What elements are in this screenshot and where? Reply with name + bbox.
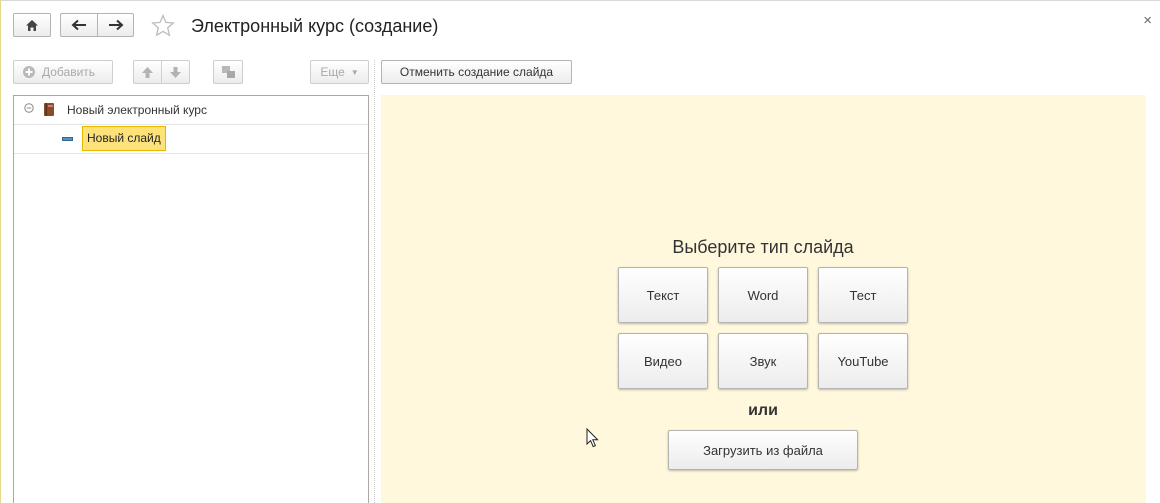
copy-button[interactable] [213, 60, 243, 84]
move-down-button[interactable] [161, 60, 190, 84]
slide-type-sound-button[interactable]: Звук [718, 333, 808, 389]
tree-row-root[interactable]: Новый электронный курс [14, 96, 368, 125]
copy-icon [221, 66, 235, 78]
close-icon[interactable]: × [1143, 12, 1152, 29]
arrow-right-icon [108, 19, 123, 31]
cancel-slide-creation-button[interactable]: Отменить создание слайда [381, 60, 572, 84]
window-left-border [0, 0, 1, 503]
add-circle-icon [23, 66, 35, 78]
slide-type-workspace: Выберите тип слайда Текст Word Тест Виде… [381, 95, 1146, 503]
mouse-cursor-icon [586, 428, 599, 448]
window-top-border [0, 0, 1160, 1]
add-button-label: Добавить [42, 65, 96, 79]
dropdown-caret-icon: ▼ [350, 67, 359, 77]
tree-row-slide[interactable]: Новый слайд [14, 125, 368, 154]
tree-slide-label[interactable]: Новый слайд [82, 126, 166, 151]
slide-type-text-button[interactable]: Текст [618, 267, 708, 323]
arrow-down-icon [170, 66, 181, 78]
upload-from-file-button[interactable]: Загрузить из файла [668, 430, 858, 470]
arrow-left-icon [71, 19, 86, 31]
more-menu-label: Еще [320, 65, 345, 79]
book-icon [43, 102, 55, 117]
collapse-toggle-icon[interactable] [24, 103, 34, 113]
move-up-button[interactable] [133, 60, 162, 84]
arrow-up-icon [142, 66, 153, 78]
home-icon [26, 19, 38, 31]
slide-type-youtube-button[interactable]: YouTube [818, 333, 908, 389]
home-button[interactable] [13, 13, 51, 37]
slide-type-test-button[interactable]: Тест [818, 267, 908, 323]
page-title: Электронный курс (создание) [191, 16, 439, 36]
course-tree[interactable]: Новый электронный курс Новый слайд [13, 95, 369, 503]
panel-splitter[interactable] [374, 60, 375, 503]
slide-type-video-button[interactable]: Видео [618, 333, 708, 389]
more-menu-button[interactable]: Еще ▼ [310, 60, 369, 84]
tree-root-label: Новый электронный курс [67, 103, 207, 117]
slide-leaf-icon [62, 137, 73, 141]
cancel-slide-creation-label: Отменить создание слайда [399, 65, 554, 79]
slide-type-word-button[interactable]: Word [718, 267, 808, 323]
add-button[interactable]: Добавить [13, 60, 113, 84]
slide-type-heading: Выберите тип слайда [672, 237, 854, 257]
or-separator-label: или [748, 402, 778, 419]
forward-button[interactable] [97, 13, 134, 37]
favorite-star-icon[interactable] [151, 14, 175, 37]
back-button[interactable] [60, 13, 98, 37]
